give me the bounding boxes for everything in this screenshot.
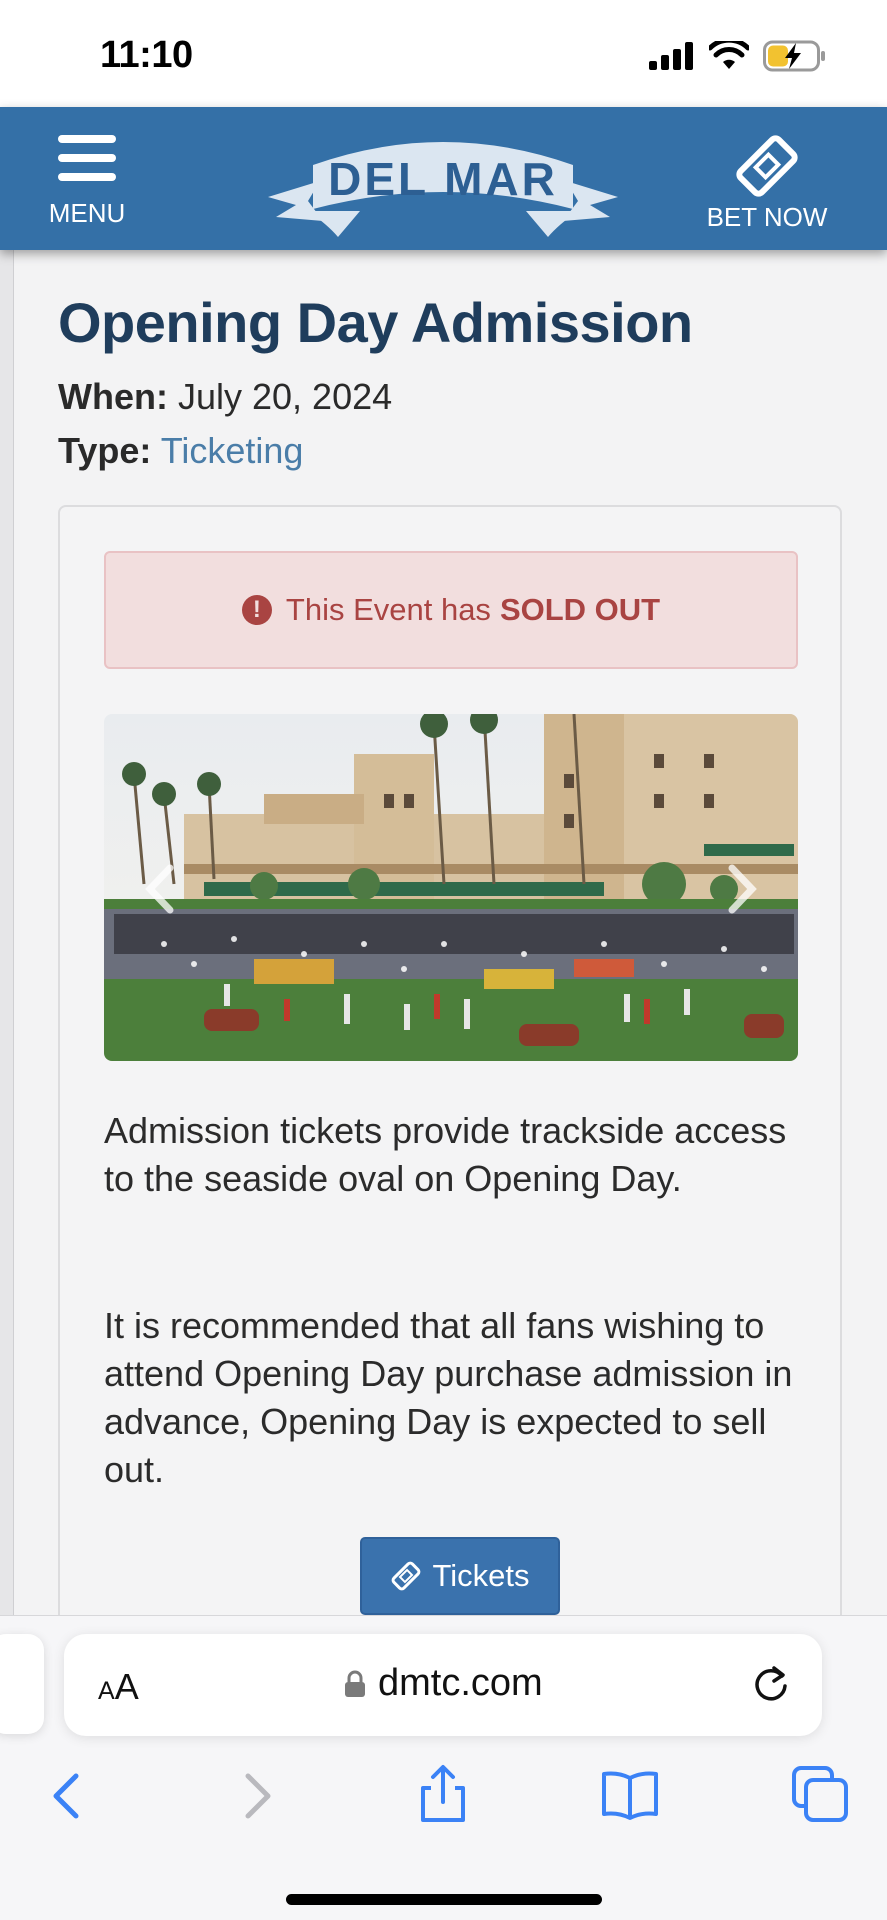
menu-button[interactable]: MENU (46, 135, 128, 235)
wifi-icon (709, 41, 749, 69)
previous-tab-preview[interactable] (0, 1634, 44, 1734)
browser-nav-row (0, 1764, 887, 1844)
home-indicator[interactable] (286, 1894, 602, 1905)
tabs-icon[interactable] (790, 1764, 850, 1824)
status-time: 11:10 (100, 34, 193, 76)
text-size-small-a: A (98, 1677, 115, 1705)
page-title: Opening Day Admission (58, 291, 693, 354)
status-bar: 11:10 (0, 0, 887, 107)
url-display[interactable]: dmtc.com (344, 1662, 543, 1705)
alert-bold-text: SOLD OUT (499, 592, 661, 627)
lock-icon (345, 1670, 365, 1697)
ticket-icon (736, 135, 798, 197)
status-icons (649, 40, 827, 72)
menu-label: MENU (48, 198, 126, 228)
del-mar-logo[interactable]: DEL MAR (268, 125, 618, 243)
page-background: Opening Day Admission When: July 20, 202… (0, 250, 887, 1615)
sold-out-alert: ! This Event has SOLD OUT (104, 551, 798, 669)
back-icon[interactable] (36, 1764, 96, 1824)
reload-icon[interactable] (750, 1664, 792, 1706)
description-paragraph-1: Admission tickets provide trackside acce… (104, 1110, 787, 1199)
bet-now-label: BET NOW (706, 202, 828, 232)
battery-charging-icon (763, 40, 825, 72)
carousel-prev-icon[interactable] (142, 864, 178, 914)
type-label: Type: (58, 430, 152, 471)
hamburger-icon (58, 135, 116, 192)
carousel-next-icon[interactable] (724, 864, 760, 914)
event-card: ! This Event has SOLD OUT Admission tick… (58, 505, 842, 1615)
url-text: dmtc.com (378, 1662, 543, 1704)
svg-text:DEL MAR: DEL MAR (328, 153, 558, 205)
browser-toolbar: AA dmtc.com (0, 1615, 887, 1920)
forward-icon[interactable] (228, 1764, 288, 1824)
tickets-label: Tickets (432, 1558, 530, 1593)
description-paragraph-2: It is recommended that all fans wishing … (104, 1305, 793, 1490)
bookmarks-icon[interactable] (600, 1764, 660, 1824)
bet-now-button[interactable]: BET NOW (687, 127, 847, 237)
event-photo-carousel[interactable] (104, 714, 798, 1061)
when-label: When: (58, 376, 168, 417)
address-bar[interactable]: AA dmtc.com (64, 1634, 822, 1736)
ticket-icon (392, 1561, 421, 1591)
alert-text: This Event has (285, 592, 491, 627)
text-size-button[interactable]: AA (98, 1666, 139, 1708)
racetrack-crowd-photo (104, 714, 798, 1061)
event-when: When: July 20, 2024 (58, 376, 392, 418)
cellular-signal-icon (649, 42, 693, 70)
share-icon[interactable] (413, 1764, 473, 1824)
event-type: Type: Ticketing (58, 430, 303, 472)
when-value: July 20, 2024 (177, 376, 393, 417)
exclamation-circle-icon: ! (241, 595, 272, 625)
event-panel: Opening Day Admission When: July 20, 202… (13, 250, 887, 1615)
type-link[interactable]: Ticketing (161, 430, 304, 471)
site-header: MENU DEL MAR BET NOW (0, 107, 887, 250)
text-size-large-a: A (114, 1666, 139, 1707)
tickets-button[interactable]: Tickets (360, 1537, 560, 1615)
